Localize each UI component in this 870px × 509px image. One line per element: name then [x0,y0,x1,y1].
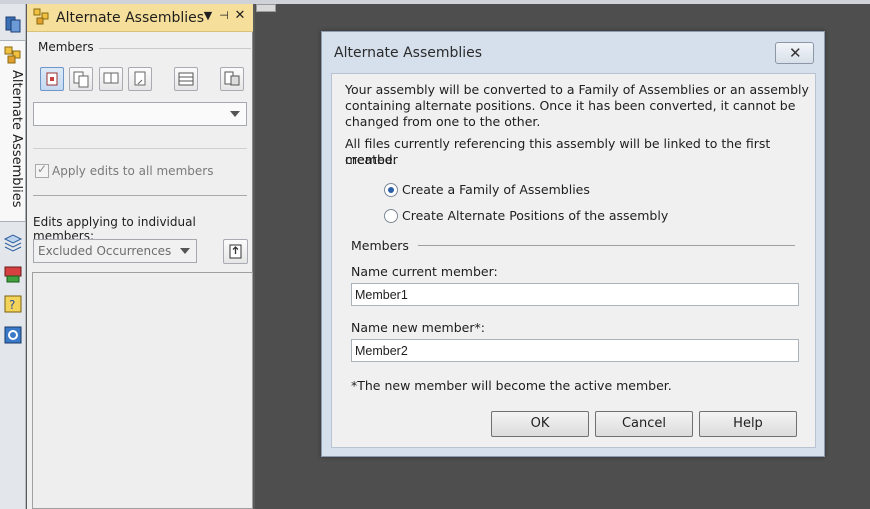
panel-header: Alternate Assemblies ▼ ⊣ ✕ [27,4,253,32]
vertical-tab-label: Alternate Assemblies [9,70,24,208]
intro-text-line3: changed from one to the other. [345,114,541,129]
help-button[interactable]: Help [699,411,797,437]
section-divider-top [33,148,247,149]
check-icon: ✓ [37,162,48,176]
link-text-line1: All files currently referencing this ass… [345,136,771,167]
dialog-close-button[interactable]: ✕ [775,42,814,64]
members-divider [99,48,251,49]
ok-button[interactable]: OK [491,411,589,437]
intro-text-line2: containing alternate positions. Once it … [345,98,796,113]
library-icon[interactable] [3,14,23,34]
new-member-input[interactable] [351,339,799,362]
alternate-assemblies-dialog: Alternate Assemblies ✕ Your assembly wil… [321,31,825,457]
layers-icon[interactable] [3,233,23,253]
current-member-input[interactable] [351,283,799,306]
svg-text:?: ? [9,298,15,312]
copy-member-button[interactable] [69,67,93,91]
panel-title-icon [33,8,51,30]
intro-text-line1: Your assembly will be converted to a Fam… [345,82,809,97]
radio-alternate-positions[interactable] [384,209,398,223]
section-divider [33,195,247,196]
close-icon: ✕ [789,44,802,62]
apply-edits-label: Apply edits to all members [52,164,214,178]
edits-filter-select[interactable]: Excluded Occurrences [33,239,197,263]
edits-filter-value: Excluded Occurrences [38,244,172,258]
current-member-label: Name current member: [351,264,498,279]
alternate-assemblies-panel: Alternate Assemblies ▼ ⊣ ✕ Members ✓ App… [27,4,253,509]
dialog-title: Alternate Assemblies [334,45,483,61]
dialog-body: Your assembly will be converted to a Fam… [331,73,816,448]
radio-family-label[interactable]: Create a Family of Assemblies [402,182,590,198]
export-edits-button[interactable] [223,239,248,264]
paste-member-button[interactable] [99,67,123,91]
panel-menu-icon[interactable]: ▼ [202,9,214,22]
radio-positions-label[interactable]: Create Alternate Positions of the assemb… [402,208,668,224]
pin-icon[interactable]: ⊣ [218,9,230,22]
help-book-icon[interactable]: ? [3,294,23,314]
member-select[interactable] [33,102,247,126]
measure-icon[interactable] [3,264,23,284]
apply-edits-checkbox[interactable]: ✓ [35,162,49,178]
workspace-tab[interactable] [256,4,276,12]
radio-family-of-assemblies[interactable] [384,183,398,197]
edits-list[interactable] [32,272,253,509]
members-label: Members [38,40,94,54]
footnote-text: *The new member will become the active m… [351,378,672,393]
members-group-divider [418,245,795,246]
members-group-label: Members [351,238,409,253]
link-text-line2: created. [345,152,397,167]
panel-title: Alternate Assemblies [56,10,205,26]
chevron-down-icon [180,248,190,254]
close-icon[interactable]: ✕ [234,8,246,23]
new-member-button[interactable] [40,67,64,91]
settings-icon[interactable] [3,325,23,345]
chevron-down-icon [230,111,240,117]
member-table-button[interactable] [174,67,198,91]
new-member-label: Name new member*: [351,320,485,335]
member-options-button[interactable] [220,67,244,91]
delete-member-button[interactable] [128,67,152,91]
cancel-button[interactable]: Cancel [595,411,693,437]
